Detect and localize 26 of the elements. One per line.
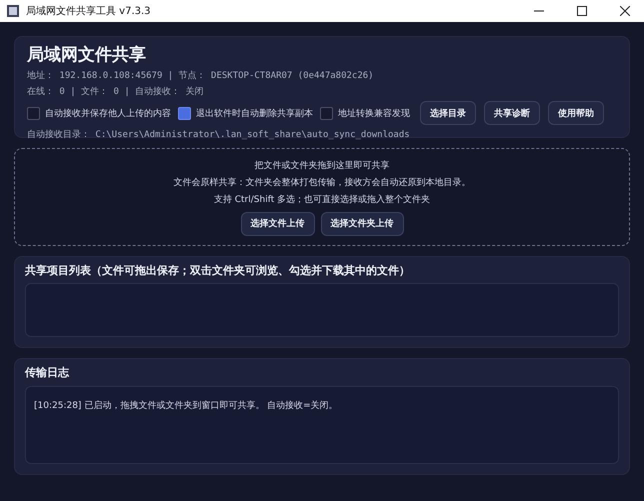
drop-hint: 支持 Ctrl/Shift 多选；也可直接选择或拖入整个文件夹 — [214, 194, 430, 206]
checkbox-label[interactable]: 自动接收并保存他人上传的内容 — [45, 106, 171, 120]
checkbox-label[interactable]: 地址转换兼容发现 — [338, 106, 410, 120]
action-button[interactable]: 使用帮助 — [548, 101, 604, 125]
upload-button[interactable]: 选择文件夹上传 — [320, 212, 404, 236]
checkbox[interactable] — [320, 106, 333, 120]
receive-directory: 自动接收目录： C:\Users\Administrator\.lan_soft_share\auto_sync_downloads — [27, 128, 410, 141]
checkbox-label[interactable]: 退出软件时自动删除共享副本 — [196, 106, 313, 120]
app-heading: 局域网文件共享 — [27, 44, 146, 66]
address-info: 地址： 192.168.0.108:45679 | 节点： DESKTOP-CT8AR07 (0e447a802c26) — [27, 70, 374, 82]
drop-hint: 把文件或文件夹拖到这里即可共享 — [254, 160, 390, 172]
section-title: 共享项目列表（文件可拖出保存；双击文件夹可浏览、勾选并下载其中的文件） — [25, 263, 410, 278]
window-title: 局域网文件共享工具 v7.3.3 — [26, 4, 152, 18]
log-entry: [10:25:28] 已启动，拖拽文件或文件夹到窗口即可共享。 自动接收=关闭。 — [34, 400, 338, 412]
window-app-icon — [6, 4, 20, 18]
checkbox[interactable] — [27, 106, 40, 120]
checkbox[interactable] — [178, 106, 191, 120]
status-info: 在线： 0 | 文件： 0 | 自动接收： 关闭 — [27, 86, 204, 98]
section-title: 传输日志 — [25, 365, 69, 380]
maximize-icon[interactable] — [577, 6, 587, 16]
close-icon[interactable] — [620, 6, 630, 16]
drop-hint: 文件会原样共享：文件夹会整体打包传输，接收方会自动还原到本地目录。 — [174, 176, 470, 188]
drop-zone[interactable]: 把文件或文件夹拖到这里即可共享 文件会原样共享：文件夹会整体打包传输，接收方会自动还原到本地目录。 支持 Ctrl/Shift 多选；也可直接选择或拖入整个文件夹 选择文件上传 选择文件夹上传 — [14, 148, 630, 246]
action-button[interactable]: 共享诊断 — [484, 101, 540, 125]
action-button[interactable]: 选择目录 — [420, 101, 476, 125]
upload-button[interactable]: 选择文件上传 — [240, 212, 314, 236]
